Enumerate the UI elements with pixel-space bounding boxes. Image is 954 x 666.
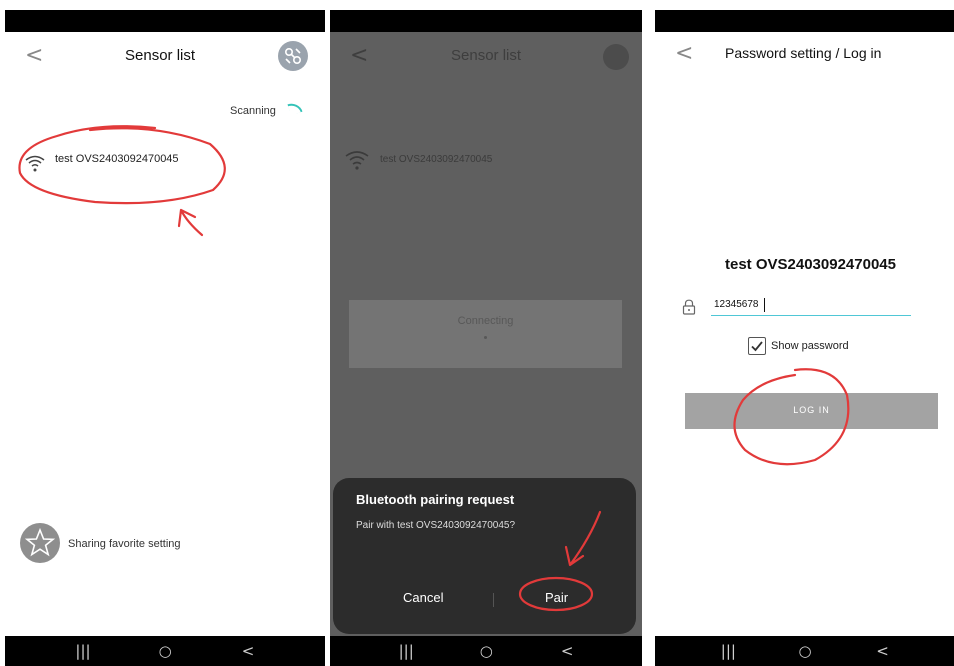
wifi-signal-icon (25, 155, 45, 172)
cancel-button[interactable]: Cancel (403, 590, 443, 605)
share-favorite-label: Sharing favorite setting (68, 538, 181, 550)
back-button: < (350, 43, 369, 68)
password-value: 12345678 (714, 299, 759, 310)
status-bar (330, 10, 642, 32)
annotation-overlay (733, 368, 850, 466)
nav-back-button[interactable]: < (561, 643, 574, 659)
back-button[interactable]: < (25, 43, 43, 68)
nav-recents-button[interactable]: ||| (75, 643, 90, 659)
connecting-label: Connecting (457, 315, 514, 327)
system-nav-bar: ||| ○ < (655, 636, 954, 666)
show-password-checkbox[interactable] (748, 337, 766, 355)
connecting-dialog: Connecting (349, 300, 622, 368)
login-screen: < Password setting / Log in test OVS2403… (655, 10, 954, 666)
device-name-heading: test OVS2403092470045 (725, 256, 896, 273)
share-favorite-button[interactable] (20, 523, 60, 563)
login-button[interactable]: LOG IN (685, 393, 938, 429)
sensor-list-item: test OVS2403092470045 (380, 154, 493, 165)
page-title: Sensor list (451, 47, 522, 64)
system-nav-bar: ||| ○ < (330, 636, 642, 666)
status-bar (655, 10, 954, 32)
button-divider (493, 593, 494, 607)
bluetooth-pairing-dialog: Bluetooth pairing request Pair with test… (333, 478, 636, 634)
sensor-list-screen: < Sensor list Scanning test OVS240309247… (5, 10, 325, 666)
dialog-title: Bluetooth pairing request (356, 492, 515, 507)
settings-icon (603, 44, 629, 70)
nav-home-button[interactable]: ○ (159, 643, 172, 659)
password-input[interactable]: 12345678 (711, 297, 911, 316)
nav-back-button[interactable]: < (876, 643, 889, 659)
nav-recents-button[interactable]: ||| (721, 643, 736, 659)
pairing-screen: < Sensor list test OVS2403092470045 Conn… (330, 10, 642, 666)
sensor-list-item[interactable]: test OVS2403092470045 (55, 153, 179, 165)
page-title: Password setting / Log in (725, 45, 882, 61)
wifi-signal-icon (345, 151, 369, 170)
nav-home-button[interactable]: ○ (799, 643, 812, 659)
page-title: Sensor list (125, 47, 196, 64)
nav-recents-button[interactable]: ||| (399, 643, 414, 659)
scanning-spinner-icon (287, 100, 303, 116)
back-button[interactable]: < (675, 41, 693, 66)
system-nav-bar: ||| ○ < (5, 636, 325, 666)
checkbox-check-icon (751, 341, 763, 352)
login-button-label: LOG IN (793, 405, 830, 415)
progress-dot (484, 336, 487, 339)
settings-icon (285, 48, 302, 65)
nav-home-button[interactable]: ○ (480, 643, 493, 659)
nav-back-button[interactable]: < (242, 643, 255, 659)
dialog-message: Pair with test OVS2403092470045? (356, 520, 515, 531)
scanning-status: Scanning (230, 105, 276, 117)
settings-button[interactable] (278, 41, 308, 71)
status-bar (5, 10, 325, 32)
pair-button[interactable]: Pair (545, 590, 568, 605)
annotation-overlay (18, 125, 226, 237)
annotation-arrow (177, 208, 204, 237)
star-icon (24, 527, 56, 557)
text-caret (764, 298, 765, 312)
show-password-label: Show password (771, 340, 849, 352)
lock-icon (682, 299, 696, 315)
